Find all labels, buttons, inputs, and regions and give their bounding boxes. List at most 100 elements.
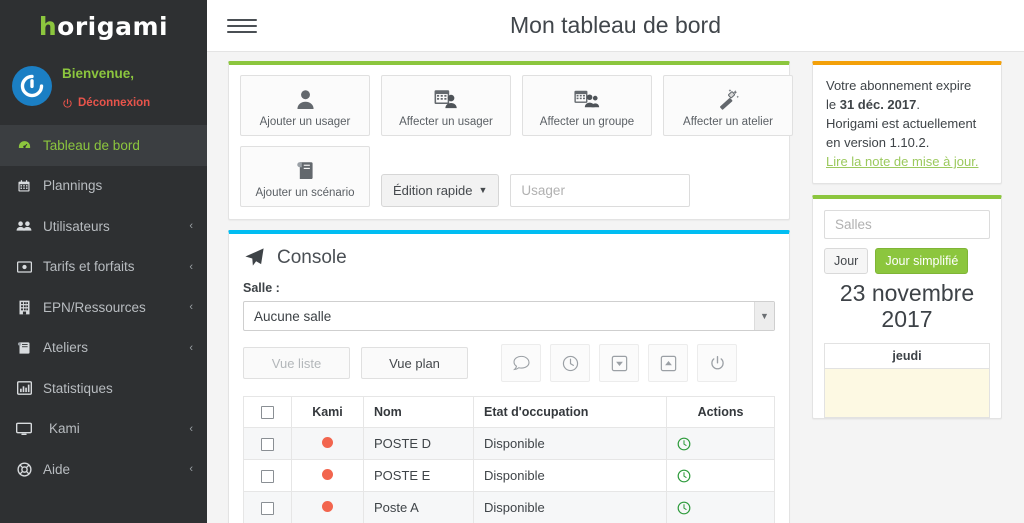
right-column: Votre abonnement expire le 31 déc. 2017.… — [800, 61, 1024, 523]
tile-label: Ajouter un scénario — [255, 187, 355, 199]
upload-box-icon — [660, 355, 677, 372]
sidebar-item-kami[interactable]: Kami ‹ — [0, 409, 207, 450]
salle-label: Salle : — [243, 281, 280, 295]
checkbox-icon[interactable] — [261, 406, 274, 420]
calendar-user-icon — [386, 86, 506, 112]
money-icon — [14, 261, 34, 273]
quick-actions-row-1: Ajouter un usager Affecter un usager Aff… — [240, 75, 793, 136]
jour-button[interactable]: Jour — [824, 248, 869, 274]
add-scenario-tile[interactable]: Ajouter un scénario — [240, 146, 370, 207]
tile-label: Affecter un usager — [399, 116, 493, 128]
hamburger-menu-icon[interactable] — [227, 18, 257, 33]
tile-label: Affecter un atelier — [683, 116, 773, 128]
release-notes-link[interactable]: Lire la note de mise à jour. — [826, 154, 978, 169]
row-etat-cell: Disponible — [473, 427, 667, 461]
row-action-cell[interactable] — [666, 459, 775, 493]
row-checkbox-cell[interactable] — [243, 427, 292, 461]
sidebar-item-tarifs-et-forfaits[interactable]: Tarifs et forfaits ‹ — [0, 247, 207, 288]
clock-icon[interactable] — [677, 469, 764, 483]
chevron-left-icon: ‹ — [189, 260, 193, 273]
row-nom-cell: Poste A — [363, 491, 474, 523]
power-icon — [63, 98, 72, 108]
avatar[interactable] — [12, 66, 52, 106]
table-row[interactable]: POSTE E Disponible — [243, 459, 775, 493]
select-all-header[interactable] — [243, 395, 292, 429]
sidebar-item-label: Statistiques — [43, 380, 113, 396]
checkbox-icon[interactable] — [261, 470, 274, 484]
subscription-panel: Votre abonnement expire le 31 déc. 2017.… — [812, 61, 1002, 184]
caret-down-icon: ▼ — [478, 185, 488, 195]
vue-plan-button[interactable]: Vue plan — [361, 347, 468, 379]
upload-box-icon-button[interactable] — [648, 344, 688, 382]
row-action-cell[interactable] — [666, 427, 775, 461]
subscription-line-4: en version 1.10.2. — [826, 135, 930, 150]
welcome-text: Bienvenue, — [62, 66, 135, 81]
tile-label: Ajouter un usager — [259, 116, 351, 128]
row-nom-cell: POSTE E — [363, 459, 474, 493]
clock-icon[interactable] — [677, 437, 764, 451]
checkbox-icon[interactable] — [261, 502, 274, 516]
sidebar-item-label: Utilisateurs — [43, 218, 110, 234]
calendar-view-toggle: Jour Jour simplifié — [824, 248, 990, 274]
power-icon-button[interactable] — [697, 344, 737, 382]
row-checkbox-cell[interactable] — [243, 491, 292, 523]
power-icon — [709, 355, 726, 372]
status-dot-red-icon — [322, 469, 333, 481]
add-user-tile[interactable]: Ajouter un usager — [240, 75, 370, 136]
download-box-icon — [611, 355, 628, 372]
table-body: POSTE D Disponible POSTE E Disponible Po… — [243, 427, 775, 523]
table-header-row: Kami Nom Etat d'occupation Actions — [243, 395, 775, 429]
assign-user-tile[interactable]: Affecter un usager — [381, 75, 511, 136]
nom-header: Nom — [363, 395, 474, 429]
subscription-line-2: le 31 déc. 2017. — [826, 95, 989, 114]
usager-input[interactable] — [510, 174, 691, 207]
calendar-date-line-1: 23 novembre — [839, 280, 975, 306]
chevron-left-icon: ‹ — [189, 341, 193, 354]
assign-workshop-tile[interactable]: Affecter un atelier — [663, 75, 793, 136]
assign-group-tile[interactable]: Affecter un groupe — [522, 75, 652, 136]
download-box-icon-button[interactable] — [599, 344, 639, 382]
table-row[interactable]: Poste A Disponible — [243, 491, 775, 523]
salles-input[interactable] — [824, 210, 990, 239]
row-kami-cell — [291, 427, 364, 461]
kami-header: Kami — [291, 395, 364, 429]
actions-header: Actions — [666, 395, 775, 429]
jour-simplifie-button[interactable]: Jour simplifié — [875, 248, 969, 274]
sidebar-item-label: Aide — [43, 461, 71, 477]
comment-icon-button[interactable] — [501, 344, 541, 382]
left-column: Ajouter un usager Affecter un usager Aff… — [207, 61, 800, 523]
checkbox-icon[interactable] — [261, 438, 274, 452]
top-bar: Mon tableau de bord — [207, 0, 1024, 52]
sidebar: horigami Bienvenue, Déconnexion Tableau … — [0, 0, 207, 523]
salle-select[interactable]: Aucune salle — [243, 301, 775, 331]
sidebar-item-aide[interactable]: Aide ‹ — [0, 449, 207, 490]
brand-logo[interactable]: horigami — [0, 0, 207, 52]
clock-icon[interactable] — [677, 501, 764, 515]
row-action-cell[interactable] — [666, 491, 775, 523]
edition-rapide-label: Édition rapide — [393, 183, 473, 198]
sidebar-item-plannings[interactable]: Plannings — [0, 166, 207, 207]
row-checkbox-cell[interactable] — [243, 459, 292, 493]
users-icon — [14, 219, 34, 233]
table-row[interactable]: POSTE D Disponible — [243, 427, 775, 461]
sidebar-item-label: Kami — [49, 421, 80, 437]
book-icon — [14, 341, 34, 355]
subscription-line-3: Horigami est actuellement — [826, 116, 977, 131]
sidebar-item-utilisateurs[interactable]: Utilisateurs ‹ — [0, 206, 207, 247]
sidebar-item-label: Plannings — [43, 178, 103, 194]
clock-icon-button[interactable] — [550, 344, 590, 382]
vue-liste-button[interactable]: Vue liste — [243, 347, 350, 379]
status-dot-red-icon — [322, 437, 333, 449]
logout-link[interactable]: Déconnexion — [62, 97, 150, 109]
sidebar-item-tableau-de-bord[interactable]: Tableau de bord — [0, 125, 207, 166]
sidebar-item-statistiques[interactable]: Statistiques — [0, 368, 207, 409]
sidebar-item-epn-ressources[interactable]: EPN/Ressources ‹ — [0, 287, 207, 328]
row-etat-cell: Disponible — [473, 491, 667, 523]
console-view-toolbar: Vue liste Vue plan — [243, 344, 775, 382]
sidebar-item-ateliers[interactable]: Ateliers ‹ — [0, 328, 207, 369]
sidebar-nav: Tableau de bord Plannings Utilisateurs ‹ — [0, 125, 207, 490]
comment-icon — [512, 355, 530, 371]
edition-rapide-button[interactable]: Édition rapide ▼ — [381, 174, 500, 207]
calendar-day-slot[interactable] — [824, 368, 990, 418]
main-region: Mon tableau de bord Ajouter un usager Af… — [207, 0, 1024, 523]
